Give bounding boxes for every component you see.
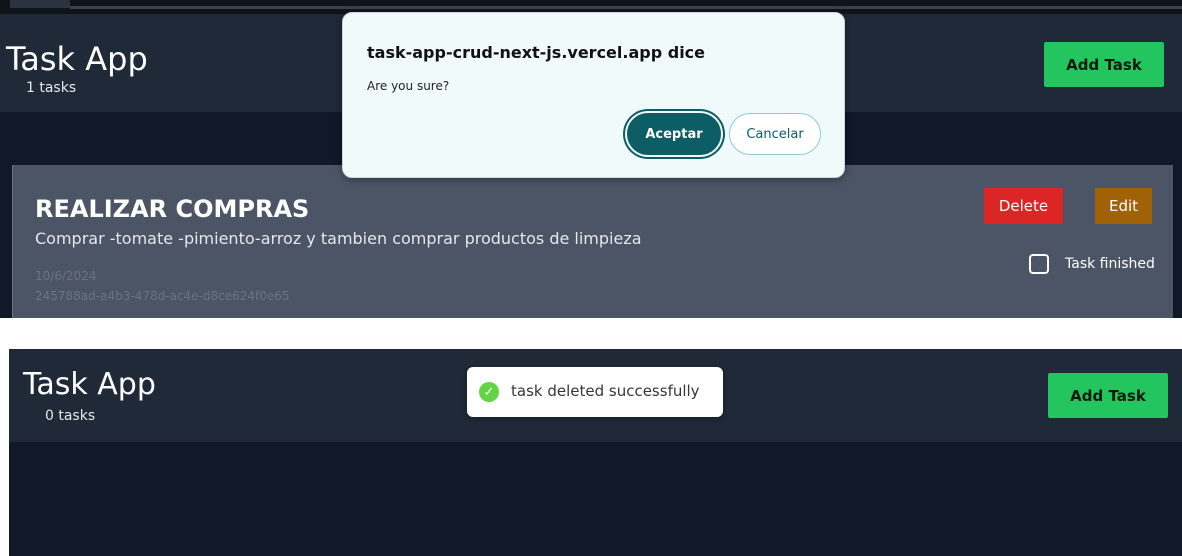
task-card: REALIZAR COMPRAS Comprar -tomate -pimien… — [12, 165, 1173, 318]
task-date: 10/6/2024 — [35, 269, 97, 283]
app-header: Task App 0 tasks Add Task ✓ task deleted… — [9, 349, 1182, 442]
task-finished-label: Task finished — [1065, 256, 1155, 272]
confirm-dialog: task-app-crud-next-js.vercel.app dice Ar… — [342, 12, 845, 178]
task-description: Comprar -tomate -pimiento-arroz y tambie… — [35, 229, 642, 248]
success-toast: ✓ task deleted successfully — [467, 367, 723, 417]
browser-tab-edge — [10, 0, 70, 8]
app-title: Task App — [6, 40, 148, 78]
dialog-cancel-button[interactable]: Cancelar — [729, 113, 821, 155]
dialog-message: Are you sure? — [367, 79, 450, 93]
task-count: 0 tasks — [45, 408, 96, 424]
task-title: REALIZAR COMPRAS — [35, 195, 310, 223]
task-id: 245788ad-a4b3-478d-ac4e-d8ce624f0e65 — [35, 289, 290, 303]
bottom-screenshot-panel: Task App 0 tasks Add Task ✓ task deleted… — [9, 349, 1182, 556]
app-title: Task App — [23, 367, 156, 402]
add-task-button[interactable]: Add Task — [1048, 373, 1168, 418]
task-finished-checkbox[interactable] — [1029, 254, 1049, 274]
add-task-button[interactable]: Add Task — [1044, 42, 1164, 87]
browser-divider — [70, 6, 1182, 9]
check-circle-icon: ✓ — [479, 382, 499, 402]
edit-button[interactable]: Edit — [1095, 188, 1152, 224]
task-count: 1 tasks — [26, 80, 77, 96]
toast-message: task deleted successfully — [511, 382, 700, 400]
dialog-title: task-app-crud-next-js.vercel.app dice — [367, 43, 706, 62]
dialog-accept-button[interactable]: Aceptar — [627, 113, 721, 155]
delete-button[interactable]: Delete — [984, 188, 1063, 224]
